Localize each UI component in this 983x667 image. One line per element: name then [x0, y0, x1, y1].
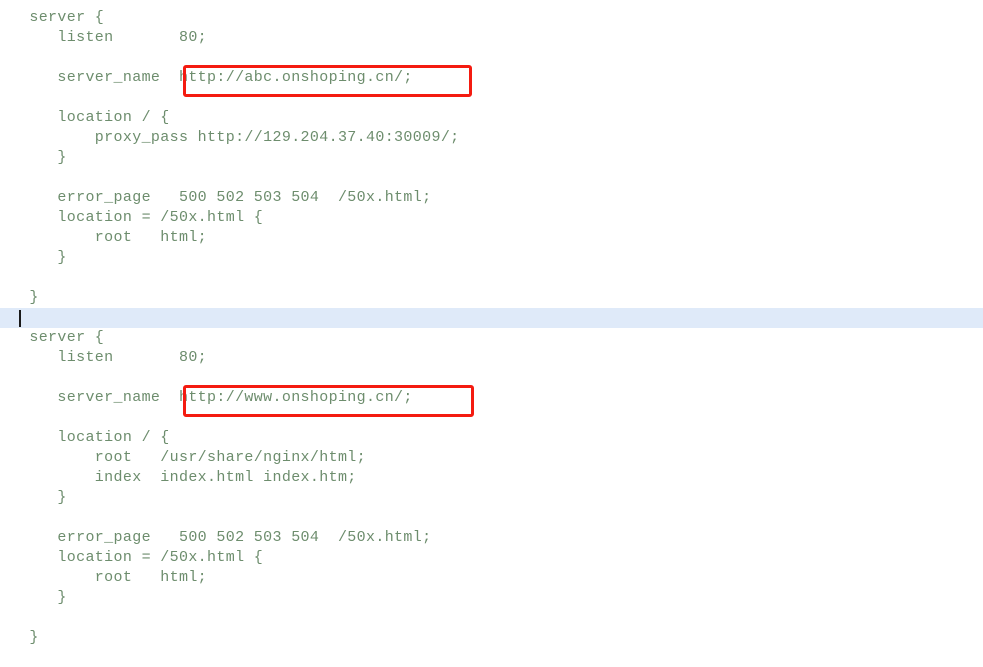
code-line-text: error_page 500 502 503 504 /50x.html; — [20, 189, 432, 206]
code-line-text: root /usr/share/nginx/html; — [20, 449, 367, 466]
code-line-text: } — [20, 589, 67, 606]
code-line[interactable]: error_page 500 502 503 504 /50x.html; — [0, 528, 983, 548]
code-line-text: } — [20, 249, 67, 266]
code-line[interactable]: } — [0, 488, 983, 508]
code-line-text: error_page 500 502 503 504 /50x.html; — [20, 529, 432, 546]
code-line[interactable]: } — [0, 628, 983, 648]
code-line-text: location / { — [20, 429, 170, 446]
code-line[interactable]: location = /50x.html { — [0, 208, 983, 228]
code-line[interactable]: } — [0, 148, 983, 168]
code-line-text: root html; — [20, 569, 208, 586]
code-line-text: server_name http://abc.onshoping.cn/; — [20, 69, 413, 86]
code-line[interactable] — [0, 508, 983, 528]
code-line[interactable]: proxy_pass http://129.204.37.40:30009/; — [0, 128, 983, 148]
code-line[interactable]: server { — [0, 328, 983, 348]
code-line-text: location = /50x.html { — [20, 209, 264, 226]
code-line-text: location = /50x.html { — [20, 549, 264, 566]
code-line-text: server { — [20, 329, 105, 346]
code-line[interactable]: root html; — [0, 228, 983, 248]
code-line[interactable] — [0, 48, 983, 68]
code-line[interactable]: root html; — [0, 568, 983, 588]
code-line-text: listen 80; — [20, 349, 208, 366]
code-line[interactable]: } — [0, 248, 983, 268]
code-line[interactable]: listen 80; — [0, 348, 983, 368]
code-line-text: proxy_pass http://129.204.37.40:30009/; — [20, 129, 460, 146]
code-line-text: index index.html index.htm; — [20, 469, 357, 486]
text-cursor — [19, 310, 21, 327]
code-line[interactable] — [0, 408, 983, 428]
code-line-current[interactable] — [0, 308, 983, 328]
code-line[interactable] — [0, 608, 983, 628]
code-line-text: } — [20, 149, 67, 166]
code-line[interactable] — [0, 268, 983, 288]
code-line-text: } — [20, 489, 67, 506]
code-line-text: server_name http://www.onshoping.cn/; — [20, 389, 413, 406]
code-line[interactable] — [0, 168, 983, 188]
code-line[interactable]: } — [0, 588, 983, 608]
code-line[interactable]: server_name http://abc.onshoping.cn/; — [0, 68, 983, 88]
code-line-text: } — [20, 289, 39, 306]
code-line-text: location / { — [20, 109, 170, 126]
code-line-text: listen 80; — [20, 29, 208, 46]
code-line-text: } — [20, 629, 39, 646]
code-line[interactable]: error_page 500 502 503 504 /50x.html; — [0, 188, 983, 208]
code-editor[interactable]: server { listen 80; server_name http://a… — [0, 0, 983, 667]
code-line[interactable]: listen 80; — [0, 28, 983, 48]
code-line[interactable] — [0, 88, 983, 108]
code-lines-container[interactable]: server { listen 80; server_name http://a… — [0, 8, 983, 648]
code-line[interactable]: location / { — [0, 108, 983, 128]
code-line-text: server { — [20, 9, 105, 26]
code-line-text: root html; — [20, 229, 208, 246]
code-line[interactable]: index index.html index.htm; — [0, 468, 983, 488]
code-line[interactable]: } — [0, 288, 983, 308]
code-line[interactable]: server_name http://www.onshoping.cn/; — [0, 388, 983, 408]
code-line[interactable]: server { — [0, 8, 983, 28]
code-line[interactable] — [0, 368, 983, 388]
code-line[interactable]: root /usr/share/nginx/html; — [0, 448, 983, 468]
code-line[interactable]: location = /50x.html { — [0, 548, 983, 568]
code-line[interactable]: location / { — [0, 428, 983, 448]
